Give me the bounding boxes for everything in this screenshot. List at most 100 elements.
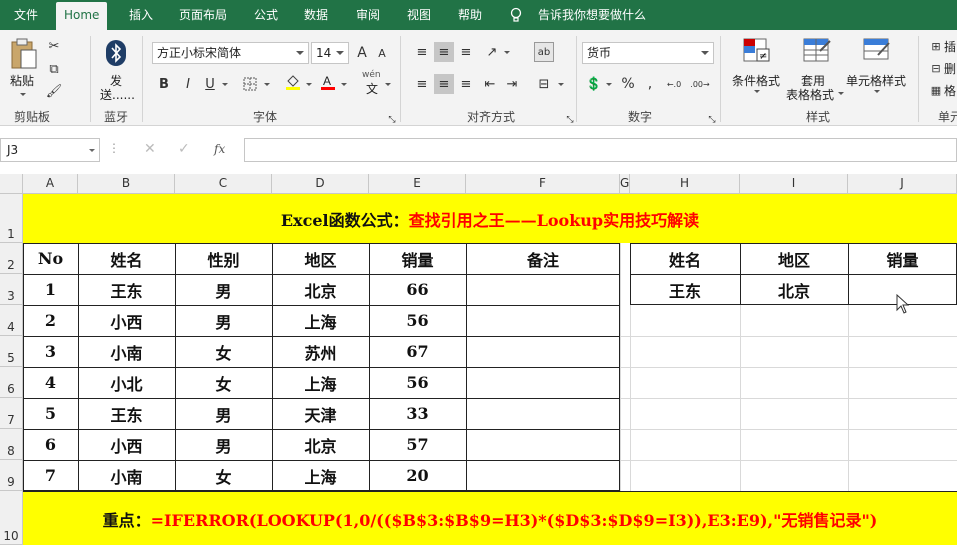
delete-cells-label[interactable]: 删 — [944, 60, 956, 77]
cell-region[interactable]: 北京 — [272, 274, 369, 305]
format-as-table-dropdown-icon[interactable] — [838, 92, 844, 95]
accounting-dropdown-icon[interactable] — [606, 83, 612, 86]
orientation-dropdown-icon[interactable] — [504, 51, 510, 54]
column-header-a[interactable]: A — [23, 174, 78, 194]
conditional-formatting-label[interactable]: 条件格式 — [732, 72, 780, 89]
column-header-j[interactable]: J — [848, 174, 957, 194]
tab-help[interactable]: 帮助 — [450, 0, 490, 30]
cell-styles-label[interactable]: 单元格样式 — [846, 72, 906, 89]
insert-cells-icon[interactable]: ⊞ — [926, 36, 946, 56]
align-bottom-icon[interactable]: ≡ — [456, 42, 476, 62]
font-color-icon[interactable]: A — [318, 72, 338, 92]
fill-color-dropdown-icon[interactable] — [306, 83, 312, 86]
copy-icon[interactable]: ⧉ — [44, 59, 64, 79]
paste-label[interactable]: 粘贴 — [10, 72, 34, 89]
cell-remark[interactable] — [466, 367, 620, 398]
lookup-header-sales[interactable]: 销量 — [848, 243, 957, 274]
header-no[interactable]: No — [23, 243, 78, 274]
accounting-format-icon[interactable]: 💲 — [584, 74, 604, 94]
cell-region[interactable]: 北京 — [272, 429, 369, 460]
row-header-8[interactable]: 8 — [0, 429, 23, 460]
cell-region[interactable]: 上海 — [272, 460, 369, 491]
merge-dropdown-icon[interactable] — [558, 83, 564, 86]
row-header-10[interactable]: 10 — [0, 491, 23, 545]
formula-bar-splitter-icon[interactable]: ⋮ — [108, 141, 120, 155]
align-top-icon[interactable]: ≡ — [412, 42, 432, 62]
cell-remark[interactable] — [466, 398, 620, 429]
cell-gender[interactable]: 女 — [175, 460, 272, 491]
cell-name[interactable]: 小南 — [78, 336, 175, 367]
tab-home[interactable]: Home — [56, 2, 108, 30]
column-header-g[interactable]: G — [620, 174, 630, 194]
align-right-icon[interactable]: ≡ — [456, 74, 476, 94]
cell-no[interactable]: 7 — [23, 460, 78, 491]
tab-page-layout[interactable]: 页面布局 — [171, 0, 235, 30]
tell-me-search[interactable]: 告诉我你想要做什么 — [530, 0, 654, 30]
confirm-entry-icon[interactable]: ✓ — [178, 141, 190, 157]
align-middle-icon[interactable]: ≡ — [434, 42, 454, 62]
cell-sales[interactable]: 67 — [369, 336, 466, 367]
row-header-7[interactable]: 7 — [0, 398, 23, 429]
cell-styles-dropdown-icon[interactable] — [874, 90, 880, 93]
cell-sales[interactable]: 66 — [369, 274, 466, 305]
column-header-b[interactable]: B — [78, 174, 175, 194]
cell-name[interactable]: 小南 — [78, 460, 175, 491]
cut-icon[interactable]: ✂ — [44, 36, 64, 56]
decrease-indent-icon[interactable]: ⇤ — [480, 74, 500, 94]
lookup-header-name[interactable]: 姓名 — [630, 243, 740, 274]
lookup-value-name[interactable]: 王东 — [630, 274, 740, 305]
cell-sales[interactable]: 57 — [369, 429, 466, 460]
row-header-4[interactable]: 4 — [0, 305, 23, 336]
tab-insert[interactable]: 插入 — [121, 0, 161, 30]
number-dialog-launcher-icon[interactable]: ⤡ — [702, 110, 722, 130]
comma-style-icon[interactable]: , — [640, 74, 660, 94]
phonetic-dropdown-icon[interactable] — [385, 83, 391, 86]
cell-remark[interactable] — [466, 336, 620, 367]
cell-region[interactable]: 天津 — [272, 398, 369, 429]
underline-button[interactable]: U — [200, 74, 220, 94]
font-color-dropdown-icon[interactable] — [341, 83, 347, 86]
select-all-corner[interactable] — [0, 174, 23, 194]
conditional-dropdown-icon[interactable] — [754, 90, 760, 93]
tab-formulas[interactable]: 公式 — [246, 0, 286, 30]
increase-decimal-icon[interactable]: ←.0 — [664, 74, 684, 94]
header-sales[interactable]: 销量 — [369, 243, 466, 274]
cell-gender[interactable]: 女 — [175, 336, 272, 367]
grow-font-button[interactable]: A — [352, 43, 372, 63]
row-header-1[interactable]: 1 — [0, 194, 23, 243]
header-region[interactable]: 地区 — [272, 243, 369, 274]
formula-input[interactable] — [244, 138, 957, 162]
cell-gender[interactable]: 男 — [175, 429, 272, 460]
column-header-c[interactable]: C — [175, 174, 272, 194]
percent-style-button[interactable]: % — [618, 74, 638, 94]
cell-sales[interactable]: 33 — [369, 398, 466, 429]
column-header-e[interactable]: E — [369, 174, 466, 194]
alignment-dialog-launcher-icon[interactable]: ⤡ — [560, 110, 580, 130]
delete-cells-icon[interactable]: ⊟ — [926, 58, 946, 78]
cell-name[interactable]: 小西 — [78, 305, 175, 336]
align-left-icon[interactable]: ≡ — [412, 74, 432, 94]
insert-function-icon[interactable]: fx — [214, 142, 225, 156]
borders-dropdown-icon[interactable] — [264, 83, 270, 86]
format-painter-icon[interactable]: 🖌 — [44, 81, 64, 101]
cell-remark[interactable] — [466, 305, 620, 336]
row-header-6[interactable]: 6 — [0, 367, 23, 398]
lookup-value-region[interactable]: 北京 — [740, 274, 848, 305]
cell-region[interactable]: 上海 — [272, 367, 369, 398]
column-header-h[interactable]: H — [630, 174, 740, 194]
increase-indent-icon[interactable]: ⇥ — [502, 74, 522, 94]
cell-sales[interactable]: 20 — [369, 460, 466, 491]
cell-gender[interactable]: 男 — [175, 305, 272, 336]
row-header-5[interactable]: 5 — [0, 336, 23, 367]
row-header-2[interactable]: 2 — [0, 243, 23, 274]
format-as-table-label-2[interactable]: 表格格式 — [786, 86, 834, 103]
cell-region[interactable]: 上海 — [272, 305, 369, 336]
cell-name[interactable]: 王东 — [78, 398, 175, 429]
name-box[interactable]: J3 — [0, 138, 100, 162]
cell-no[interactable]: 3 — [23, 336, 78, 367]
cell-remark[interactable] — [466, 429, 620, 460]
header-gender[interactable]: 性别 — [175, 243, 272, 274]
number-format-combo[interactable]: 货币 — [582, 42, 714, 64]
tab-review[interactable]: 审阅 — [348, 0, 388, 30]
cell-no[interactable]: 5 — [23, 398, 78, 429]
